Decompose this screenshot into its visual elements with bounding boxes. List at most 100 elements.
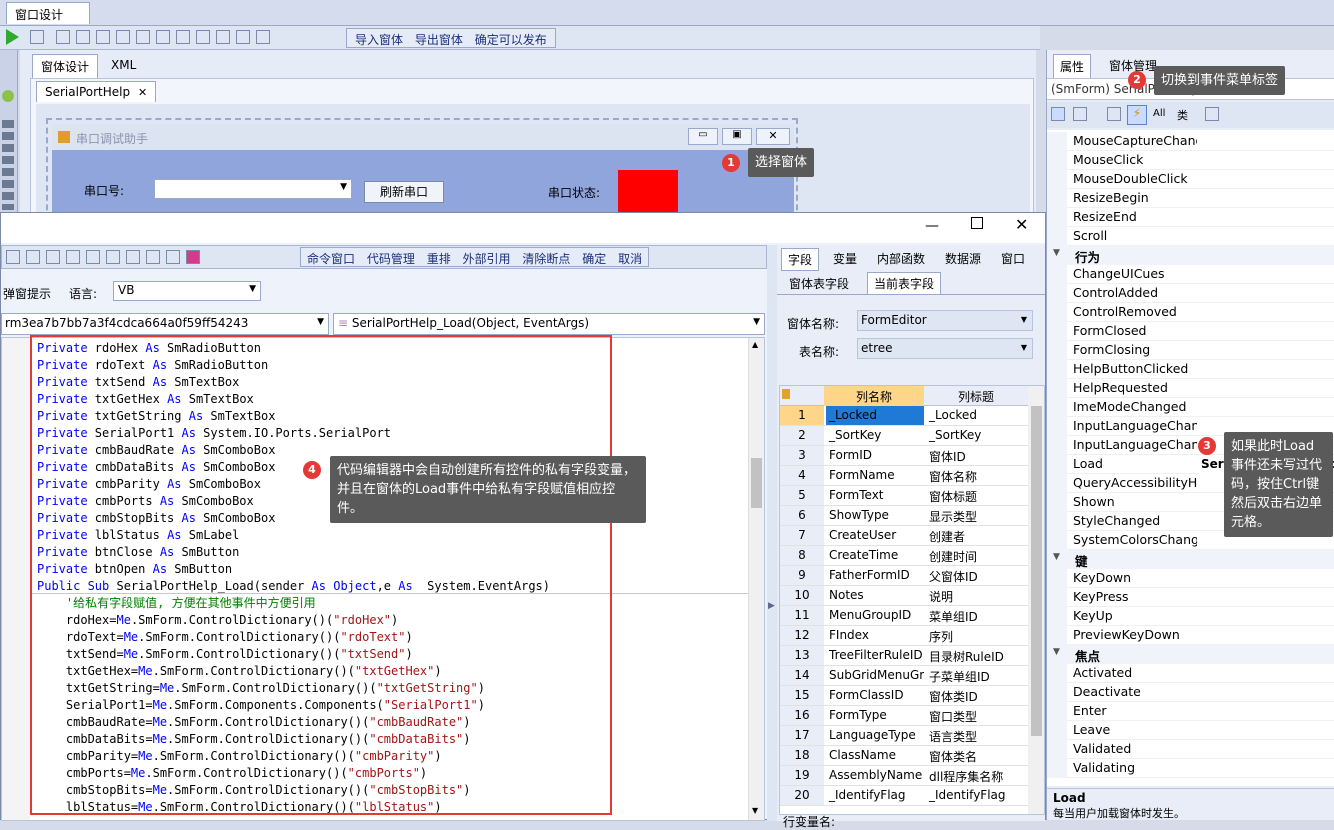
table-row[interactable]: 15 FormClassID 窗体类ID xyxy=(780,686,1028,706)
function-icon[interactable] xyxy=(106,250,120,264)
export-form-button[interactable]: 导出窗体 xyxy=(411,31,467,48)
property-row[interactable]: ChangeUICues xyxy=(1047,265,1334,284)
sort-alpha-icon[interactable] xyxy=(1073,107,1087,121)
minimize-icon[interactable]: — xyxy=(925,218,939,234)
align-right-icon[interactable] xyxy=(96,30,110,44)
stop-icon[interactable] xyxy=(30,30,44,44)
property-row[interactable]: MouseDoubleClick xyxy=(1047,170,1334,189)
same-height-icon[interactable] xyxy=(196,30,210,44)
table-row[interactable]: 8 CreateTime 创建时间 xyxy=(780,546,1028,566)
chevron-down-icon[interactable]: ▼ xyxy=(753,317,760,327)
v-spacing-icon[interactable] xyxy=(256,30,270,44)
events-icon[interactable]: ⚡ xyxy=(1127,105,1147,125)
publish-button[interactable]: 确定可以发布 xyxy=(471,31,551,48)
h-spacing-icon[interactable] xyxy=(236,30,250,44)
tab-form-design[interactable]: 窗体设计 xyxy=(32,54,99,78)
form-preview[interactable]: 串口调试助手 ▭ ▣ ✕ 串口号: ▼ 刷新串口 串口状态: xyxy=(46,118,798,220)
property-row[interactable]: Validated xyxy=(1047,740,1334,759)
tab-fields[interactable]: 字段 xyxy=(781,248,820,271)
chevron-down-icon[interactable]: ▼ xyxy=(317,317,324,327)
property-row[interactable]: ControlAdded xyxy=(1047,284,1334,303)
table-row[interactable]: 5 FormText 窗体标题 xyxy=(780,486,1028,506)
property-row[interactable]: Deactivate xyxy=(1047,683,1334,702)
import-form-button[interactable]: 导入窗体 xyxy=(351,31,407,48)
ok-button[interactable]: 确定 xyxy=(578,250,610,267)
close-icon[interactable]: ✕ xyxy=(1015,215,1028,234)
property-row[interactable]: Enter xyxy=(1047,702,1334,721)
minimize-icon[interactable]: ▭ xyxy=(688,128,718,145)
maximize-icon[interactable] xyxy=(971,217,983,229)
table-row[interactable]: 17 LanguageType 语言类型 xyxy=(780,726,1028,746)
find-icon[interactable] xyxy=(46,250,60,264)
code-scrollbar[interactable]: ▲ ▼ xyxy=(748,338,764,820)
categorized-icon[interactable] xyxy=(1051,107,1065,121)
language-select[interactable]: VB ▼ xyxy=(113,281,261,301)
form-name-select[interactable]: FormEditor ▼ xyxy=(857,310,1033,331)
outdent-icon[interactable] xyxy=(86,250,100,264)
property-row[interactable]: FormClosing xyxy=(1047,341,1334,360)
chevron-down-icon[interactable]: ▼ xyxy=(340,182,347,192)
table-row[interactable]: 20 _IdentifyFlag _IdentifyFlag xyxy=(780,786,1028,806)
indent-icon[interactable] xyxy=(66,250,80,264)
property-category-row[interactable]: ▼ 键 xyxy=(1047,550,1334,569)
arrow-icon[interactable] xyxy=(2,90,14,102)
table-row[interactable]: 1 _Locked _Locked xyxy=(780,406,1028,426)
tab-datasource[interactable]: 数据源 xyxy=(939,250,987,267)
property-row[interactable]: Scroll xyxy=(1047,227,1334,246)
tab-xml[interactable]: XML xyxy=(102,54,145,75)
property-row[interactable]: MouseClick xyxy=(1047,151,1334,170)
table-row[interactable]: 12 FIndex 序列 xyxy=(780,626,1028,646)
table-row[interactable]: 18 ClassName 窗体类名 xyxy=(780,746,1028,766)
table-name-select[interactable]: etree ▼ xyxy=(857,338,1033,359)
table-row[interactable]: 10 Notes 说明 xyxy=(780,586,1028,606)
table-row[interactable]: 9 FatherFormID 父窗体ID xyxy=(780,566,1028,586)
command-window-button[interactable]: 命令窗口 xyxy=(303,250,359,267)
tab-variables[interactable]: 变量 xyxy=(827,250,863,267)
collapse-icon[interactable]: ▼ xyxy=(1053,552,1060,562)
property-category-row[interactable]: ▼ 焦点 xyxy=(1047,645,1334,664)
collapse-icon[interactable]: ▼ xyxy=(1053,248,1060,258)
chevron-down-icon[interactable]: ▼ xyxy=(1021,315,1027,324)
field-grid[interactable]: 列名称 列标题 1 _Locked _Locked 2 _SortKey _SortKey… xyxy=(779,385,1045,815)
property-row[interactable]: Leave xyxy=(1047,721,1334,740)
align-top-icon[interactable] xyxy=(116,30,130,44)
redo-icon[interactable] xyxy=(26,250,40,264)
align-center-icon[interactable] xyxy=(76,30,90,44)
property-pages-icon[interactable] xyxy=(1205,107,1219,121)
form-tab[interactable]: SerialPortHelp ✕ xyxy=(36,81,157,102)
class-combo[interactable]: rm3ea7b7bb7a3f4cdca664a0f59ff54243 ▼ xyxy=(1,313,329,335)
tab-window[interactable]: 窗口 xyxy=(995,250,1031,267)
properties-icon[interactable] xyxy=(1107,107,1121,121)
chevron-down-icon[interactable]: ▼ xyxy=(1021,343,1027,352)
save-icon[interactable] xyxy=(186,250,200,264)
property-row[interactable]: FormClosed xyxy=(1047,322,1334,341)
scroll-up-icon[interactable]: ▲ xyxy=(752,340,758,349)
table-row[interactable]: 16 FormType 窗口类型 xyxy=(780,706,1028,726)
scroll-down-icon[interactable]: ▼ xyxy=(752,806,758,815)
rearrange-button[interactable]: 重排 xyxy=(423,250,455,267)
splitter[interactable]: ▶ xyxy=(767,245,777,821)
align-left-icon[interactable] xyxy=(56,30,70,44)
table-row[interactable]: 13 TreeFilterRuleID 目录树RuleID xyxy=(780,646,1028,666)
tab-internal-functions[interactable]: 内部函数 xyxy=(871,250,931,267)
close-icon[interactable]: ✕ xyxy=(756,128,790,145)
property-row[interactable]: KeyUp xyxy=(1047,607,1334,626)
external-ref-button[interactable]: 外部引用 xyxy=(459,250,515,267)
table-row[interactable]: 19 AssemblyName dll程序集名称 xyxy=(780,766,1028,786)
property-row[interactable]: Validating xyxy=(1047,759,1334,778)
method-combo[interactable]: ≡ SerialPortHelp_Load(Object, EventArgs)… xyxy=(333,313,765,335)
property-row[interactable]: PreviewKeyDown xyxy=(1047,626,1334,645)
property-row[interactable]: KeyPress xyxy=(1047,588,1334,607)
col-title-header[interactable]: 列标题 xyxy=(926,386,1026,406)
collapse-icon[interactable]: ▼ xyxy=(1053,647,1060,657)
property-row[interactable]: ImeModeChanged xyxy=(1047,398,1334,417)
tab-properties[interactable]: 属性 xyxy=(1053,54,1092,78)
refresh-port-button[interactable]: 刷新串口 xyxy=(364,181,444,203)
table-row[interactable]: 2 _SortKey _SortKey xyxy=(780,426,1028,446)
chevron-down-icon[interactable]: ▼ xyxy=(249,284,256,294)
undo-icon[interactable] xyxy=(6,250,20,264)
list-icon[interactable] xyxy=(126,250,140,264)
maximize-icon[interactable]: ▣ xyxy=(722,128,752,145)
table-row[interactable]: 7 CreateUser 创建者 xyxy=(780,526,1028,546)
property-row[interactable]: ResizeBegin xyxy=(1047,189,1334,208)
